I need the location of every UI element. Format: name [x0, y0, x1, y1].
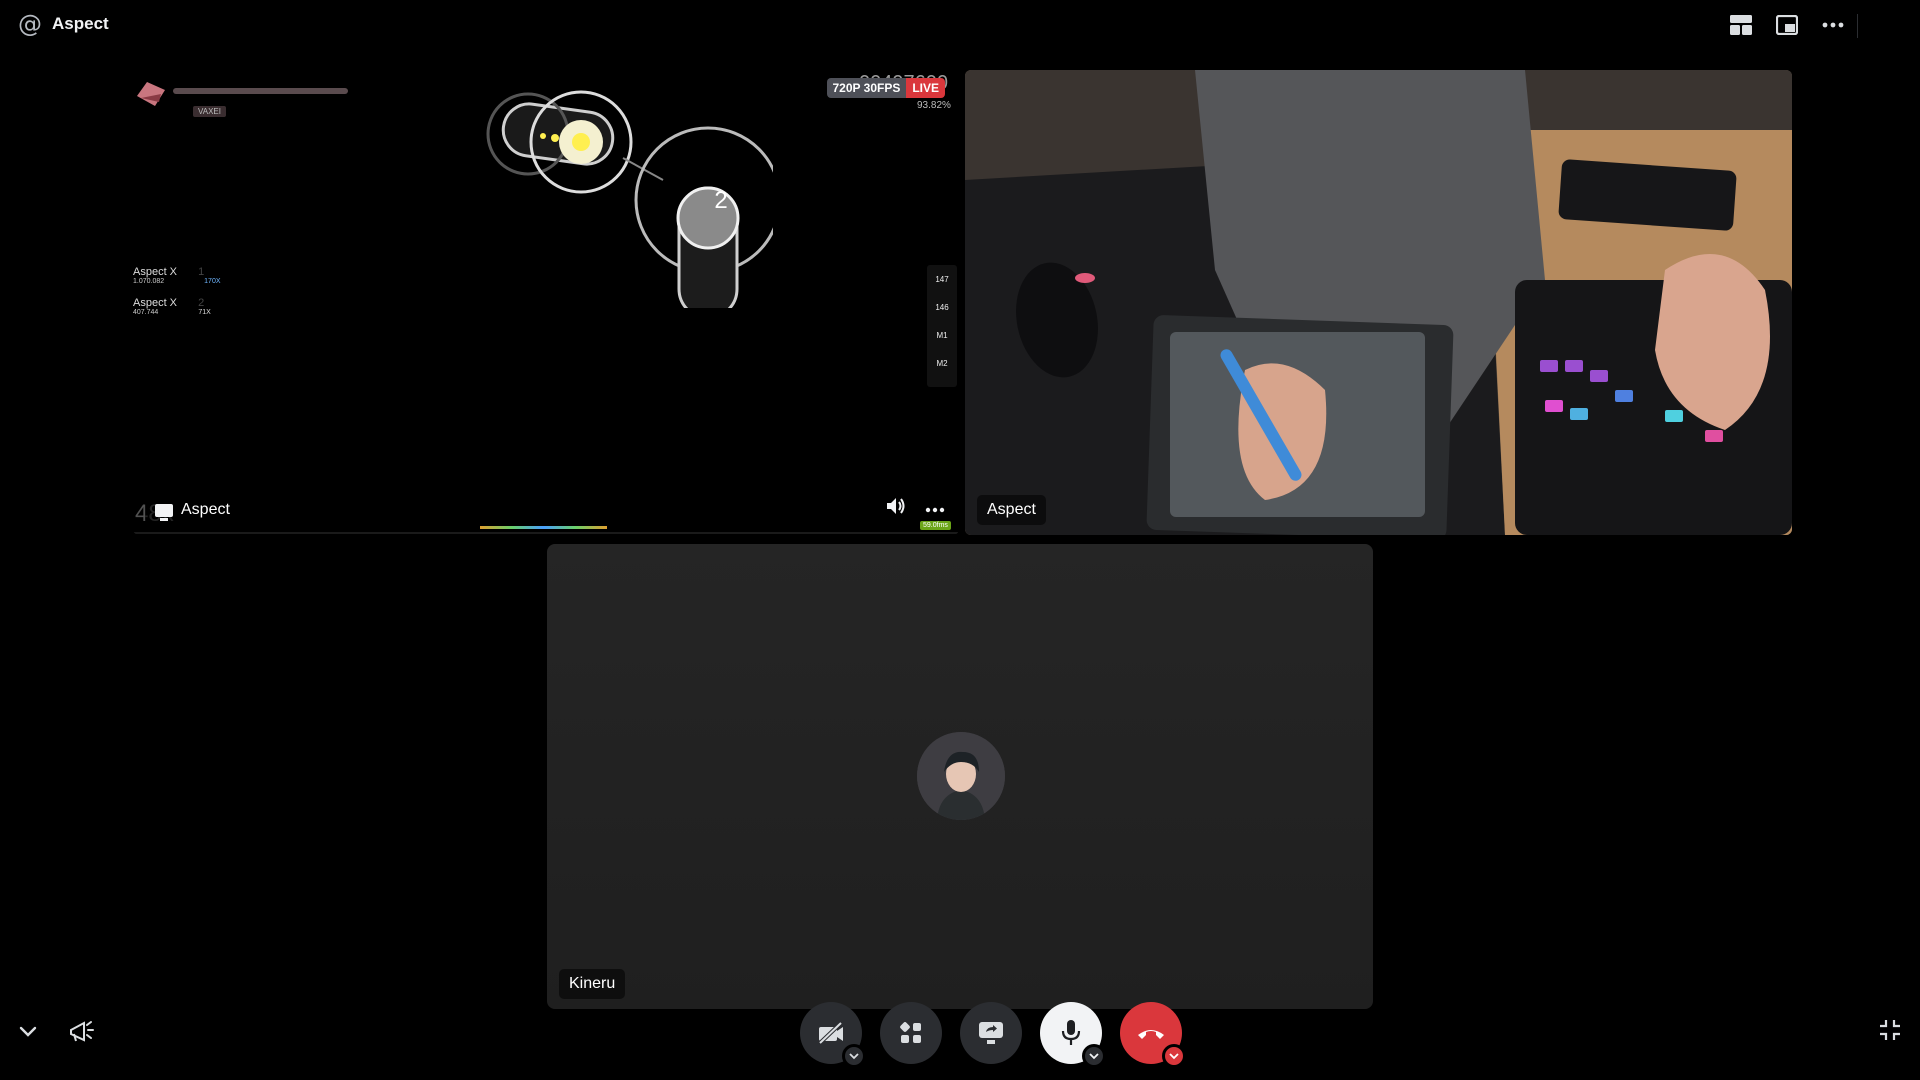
bottom-left-actions	[18, 1018, 94, 1049]
participant-tile[interactable]: Kineru	[547, 544, 1373, 1009]
camera-name: Aspect	[987, 501, 1036, 518]
microphone-icon	[1061, 1020, 1081, 1045]
screen-share-icon	[155, 503, 173, 521]
screen-share-button[interactable]	[960, 1002, 1022, 1064]
participant-avatar	[917, 732, 1005, 820]
camera-off-icon	[818, 1021, 843, 1045]
stream-badges: 720P 30FPS LIVE	[826, 78, 945, 98]
stream-tile[interactable]: VAXEI 00497600 93.82% 2 Aspect X 1 1.070…	[133, 70, 959, 535]
chevron-down-icon	[19, 1026, 37, 1037]
header-actions	[1728, 12, 1846, 38]
leaderboard-rank: 2	[198, 297, 205, 309]
key-overlay: 147 146 M1 M2	[927, 265, 957, 387]
stream-more-button[interactable]	[925, 500, 945, 518]
activities-button[interactable]	[880, 1002, 942, 1064]
hang-up-icon	[1138, 1030, 1164, 1039]
camera-name-tag: Aspect	[977, 495, 1046, 525]
participant-name-tag: Kineru	[559, 969, 626, 999]
channel-title: Aspect	[52, 14, 109, 33]
player-tag: VAXEI	[193, 106, 226, 117]
call-controls	[800, 1002, 1186, 1068]
screen-share-icon	[979, 1022, 1003, 1044]
microphone-options-button[interactable]	[1082, 1044, 1106, 1068]
activity-icon	[900, 1022, 921, 1043]
key-counter: 147	[935, 274, 949, 284]
player-avatar-icon	[137, 82, 165, 106]
more-options-button[interactable]	[1820, 12, 1846, 38]
channel-header: @ Aspect	[18, 12, 109, 36]
stream-name: Aspect	[181, 501, 230, 518]
key-counter: 146	[935, 302, 949, 312]
microphone-button[interactable]	[1040, 1002, 1106, 1068]
camera-options-button[interactable]	[842, 1044, 866, 1068]
soundboard-icon	[70, 1021, 94, 1042]
exit-fullscreen-icon	[1880, 1020, 1900, 1040]
camera-tile[interactable]: Aspect	[965, 70, 1792, 535]
leaderboard-combo: 71X	[198, 309, 211, 316]
game-accuracy: 93.82%	[917, 100, 951, 111]
chevron-down-icon	[1089, 1052, 1099, 1059]
leaderboard-row: Aspect X 1 1.070.082 170X	[133, 266, 221, 285]
leaderboard-score: 407.744	[133, 309, 159, 316]
popout-button[interactable]	[1774, 12, 1800, 38]
camera-toggle-button[interactable]	[800, 1002, 866, 1068]
leaderboard-name: Aspect X	[133, 297, 178, 309]
popout-icon	[1776, 15, 1798, 35]
more-options-icon	[925, 507, 945, 512]
leaderboard-name: Aspect X	[133, 266, 178, 278]
live-badge: LIVE	[906, 78, 945, 98]
avatar-image	[917, 732, 1005, 820]
leaderboard-row: Aspect X 2 407.744 71X	[133, 297, 221, 316]
quality-badge: 720P 30FPS	[826, 78, 907, 98]
disconnect-button[interactable]	[1120, 1002, 1186, 1068]
chevron-down-icon	[849, 1052, 859, 1059]
stream-name-tag: Aspect	[145, 495, 240, 525]
more-options-icon	[1822, 22, 1844, 28]
hit-error-meter	[480, 526, 607, 529]
health-bar	[173, 88, 348, 94]
leaderboard-rank: 1	[198, 266, 205, 278]
volume-button[interactable]	[885, 496, 907, 521]
fps-counter: 59.0fms	[920, 521, 951, 530]
soundboard-button[interactable]	[68, 1018, 94, 1049]
top-bar: @ Aspect	[0, 0, 1920, 52]
participant-name: Kineru	[569, 975, 616, 992]
leaderboard-combo: 170X	[204, 278, 221, 285]
fullscreen-exit-button[interactable]	[1878, 1018, 1902, 1047]
collapse-button[interactable]	[18, 1024, 38, 1043]
disconnect-options-button[interactable]	[1162, 1044, 1186, 1068]
header-divider	[1857, 14, 1858, 38]
leaderboard: Aspect X 1 1.070.082 170X Aspect X 2 407.…	[133, 266, 221, 328]
stream-controls	[885, 496, 945, 521]
leaderboard-score: 1.070.082	[133, 278, 165, 285]
key-counter: M2	[936, 358, 948, 368]
grid-layout-button[interactable]	[1728, 12, 1754, 38]
progress-track	[133, 532, 959, 534]
chevron-down-icon	[1169, 1052, 1179, 1059]
key-counter: M1	[936, 330, 948, 340]
approach-number: 2	[714, 187, 728, 214]
camera-feed	[965, 70, 1792, 535]
volume-icon	[887, 498, 905, 514]
grid-layout-icon	[1730, 15, 1752, 35]
at-sign-icon: @	[18, 10, 42, 38]
